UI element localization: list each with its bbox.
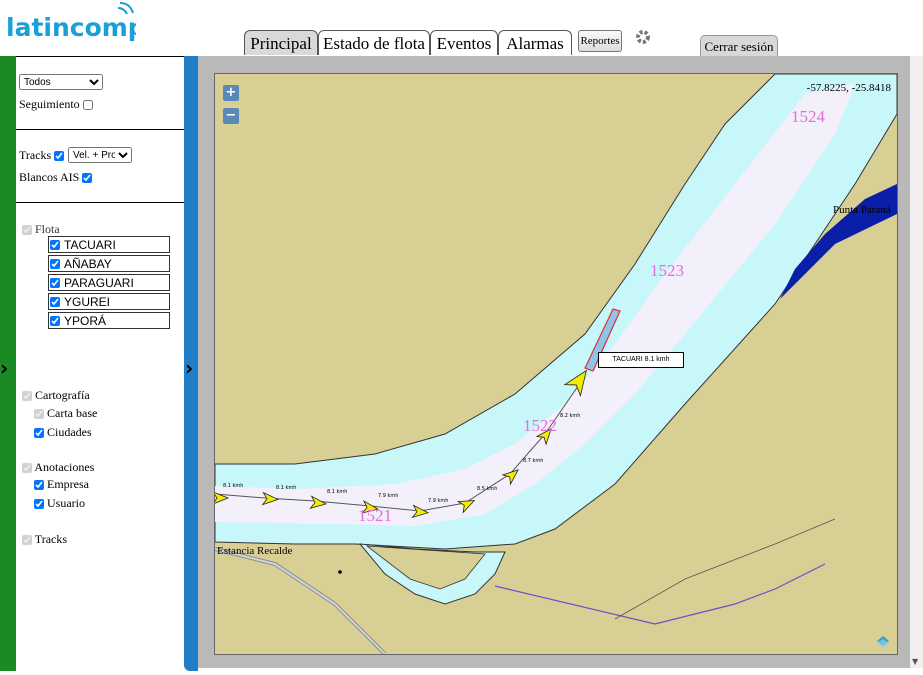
speed-label: 7.9 kmh [428,498,449,504]
flota-label: Flota [35,222,60,236]
fleet-checkbox[interactable] [50,316,60,326]
ciudades-label: Ciudades [47,425,92,439]
chevron-right-icon[interactable]: › [0,356,8,380]
fleet-checkbox[interactable] [50,297,60,307]
carta-base-checkbox[interactable] [34,409,44,420]
scrollbar[interactable]: ▼ [910,56,923,668]
vessel-label-tacuari[interactable]: TACUARI 8.1 kmh [598,352,684,368]
ciudades-checkbox[interactable] [34,428,44,439]
left-collapse-bar[interactable]: › [0,56,16,671]
track-arrow [261,491,280,506]
fleet-name: PARAGUARI [64,276,134,290]
fleet-checkbox[interactable] [50,259,60,269]
track-arrow [411,504,430,519]
carta-base-row: Carta base [34,406,97,421]
tracks-layer-label: Tracks [34,532,68,546]
tracks-mode-select[interactable]: Vel. + Prof. [68,147,132,163]
speed-label: 8.2 kmh [560,413,581,419]
flota-row: Flota [22,222,60,237]
tracks-row: Tracks [19,148,65,163]
speed-label: 8.7 kmh [523,458,544,464]
tab-alarmas[interactable]: Alarmas [498,30,572,55]
place-punta-parana: Punta Paraná [833,204,891,216]
cartografia-checkbox[interactable] [22,391,32,402]
usuario-row: Usuario [34,496,85,511]
seguimiento-label: Seguimiento [19,97,80,111]
place-estancia-recalde: Estancia Recalde [217,545,293,557]
usuario-checkbox[interactable] [34,499,44,510]
track-arrow [215,492,230,504]
map-marker-1522: 1522 [523,416,557,435]
blancos-ais-row: Blancos AIS [19,170,93,185]
chevron-right-icon[interactable]: › [185,356,193,380]
seguimiento-checkbox[interactable] [82,100,93,111]
tracks-layer-checkbox[interactable] [22,535,32,546]
flota-checkbox[interactable] [22,225,32,236]
latincomp-logo: latincomp [6,2,146,46]
speed-label: 7.9 kmh [378,493,399,499]
speed-label: 8.1 kmh [327,489,348,495]
logout-button[interactable]: Cerrar sesión [700,35,778,56]
zoom-in-button[interactable]: + [223,85,239,101]
speed-label: 8.5 kmh [477,486,498,492]
empresa-checkbox[interactable] [34,480,44,491]
tab-estado-de-flota[interactable]: Estado de flota [318,30,430,55]
fleet-name: AÑABAY [64,257,112,271]
panel-collapse-bar[interactable]: › [184,56,198,671]
map-marker-1523: 1523 [650,261,684,280]
track-arrow [309,495,328,509]
divider [16,202,184,203]
nautical-map[interactable]: + − -57.8225, -25.8418 1524 1523 1522 15… [214,73,898,655]
divider [16,129,184,130]
fleet-item-paraguari[interactable]: PARAGUARI [48,274,170,291]
fleet-item-anabay[interactable]: AÑABAY [48,255,170,272]
fleet-name: TACUARI [64,238,116,252]
anotaciones-row: Anotaciones [22,460,94,475]
tab-principal[interactable]: Principal [244,30,318,55]
empresa-label: Empresa [47,477,89,491]
tracks-label: Tracks [19,148,52,162]
coordinate-readout: -57.8225, -25.8418 [806,82,891,94]
track-arrow [456,500,476,514]
seguimiento-row: Seguimiento [19,97,93,112]
track-arrows [215,308,621,519]
fleet-checkbox[interactable] [50,278,60,288]
carta-base-label: Carta base [47,406,98,420]
blancos-ais-checkbox[interactable] [82,173,93,184]
fleet-item-ygurei[interactable]: YGUREI [48,293,170,310]
layers-icon[interactable] [877,636,889,648]
speed-label: 8.1 kmh [223,483,244,489]
ciudades-row: Ciudades [34,425,92,440]
blancos-ais-label: Blancos AIS [19,170,80,184]
fleet-item-tacuari[interactable]: TACUARI [48,236,170,253]
tracks-checkbox[interactable] [54,151,65,162]
speed-label: 8.1 kmh [276,485,297,491]
anotaciones-checkbox[interactable] [22,463,32,474]
tracks-layer-row: Tracks [22,532,67,547]
cartografia-row: Cartografía [22,388,90,403]
map-marker-1521: 1521 [358,506,392,525]
anotaciones-label: Anotaciones [34,460,95,474]
layer-panel: Todos Seguimiento Tracks Vel. + Prof. Bl… [16,56,184,672]
scroll-down-icon[interactable]: ▼ [912,657,918,666]
reportes-button[interactable]: Reportes [578,30,622,52]
tab-eventos[interactable]: Eventos [430,30,498,55]
gear-icon[interactable] [634,28,652,46]
fleet-name: YPORÁ [64,314,107,328]
usuario-label: Usuario [47,496,85,510]
fleet-name: YGUREI [64,295,111,309]
logo-text: latincomp [6,13,136,42]
cartografia-label: Cartografía [35,388,90,402]
zoom-out-button[interactable]: − [223,108,239,124]
fleet-item-ypora[interactable]: YPORÁ [48,312,170,329]
map-marker-1524: 1524 [791,107,825,126]
track-arrow [501,469,519,486]
vessel-filter-select[interactable]: Todos [19,74,103,90]
fleet-checkbox[interactable] [50,240,60,250]
empresa-row: Empresa [34,477,89,492]
